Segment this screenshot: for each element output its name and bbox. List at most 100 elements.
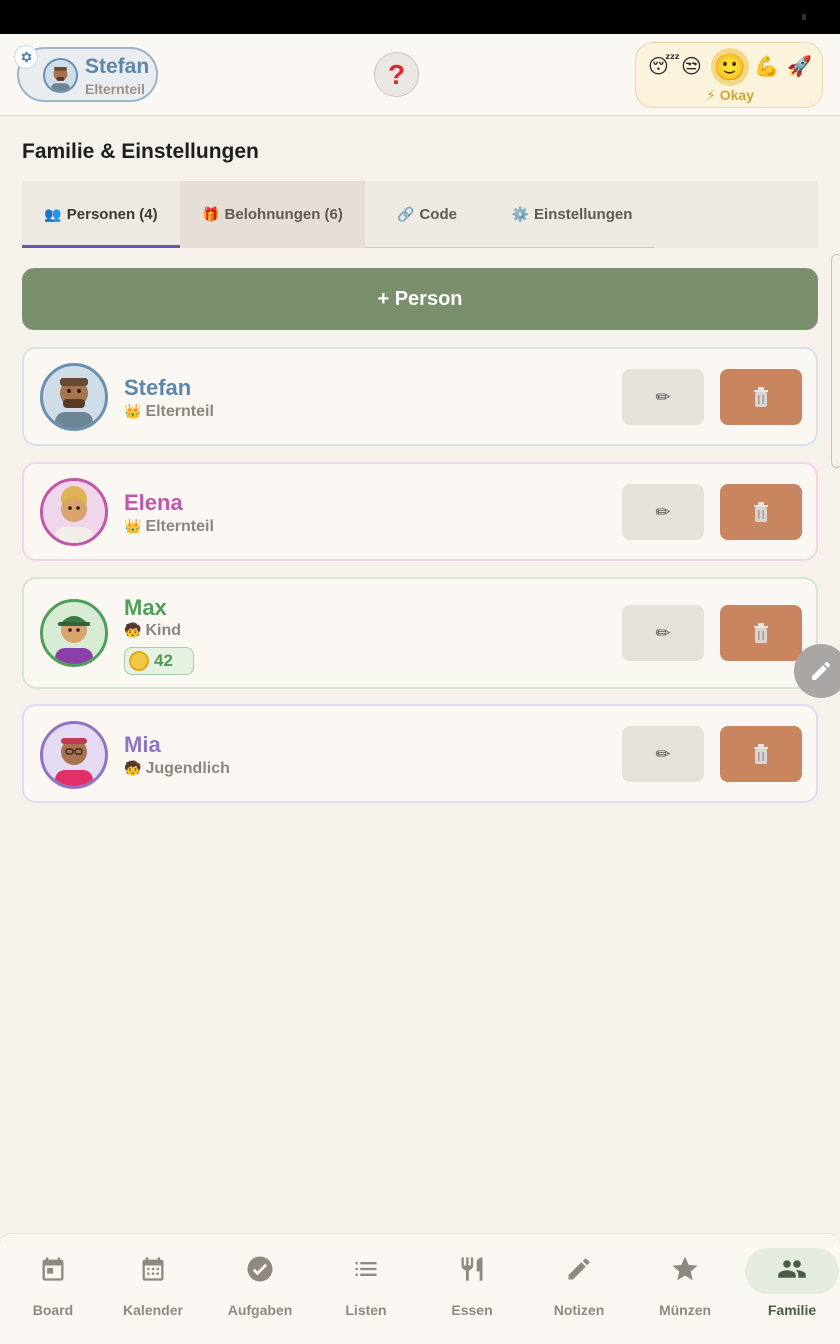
- current-user-name: Stefan: [85, 55, 150, 78]
- edit-button[interactable]: ✏: [622, 369, 704, 425]
- trash-icon: [754, 623, 768, 643]
- fork-knife-icon: [457, 1254, 487, 1284]
- nav-essen[interactable]: Essen: [419, 1234, 525, 1344]
- trash-icon: [754, 744, 768, 764]
- nav-label: Listen: [345, 1302, 387, 1318]
- floating-edit-button[interactable]: [794, 644, 840, 698]
- tab-label: Personen (4): [66, 206, 158, 223]
- avatar: [43, 58, 78, 93]
- avatar: [40, 478, 108, 546]
- avatar: [40, 599, 108, 667]
- star-icon: [670, 1254, 700, 1284]
- delete-button[interactable]: [720, 605, 802, 661]
- role-label: Elternteil: [145, 518, 214, 535]
- check-icon: [245, 1254, 275, 1284]
- edit-button[interactable]: ✏: [622, 726, 704, 782]
- nav-listen[interactable]: Listen: [313, 1234, 419, 1344]
- rocket-emoji-icon[interactable]: 🚀: [787, 53, 812, 81]
- nav-label: Essen: [451, 1302, 493, 1318]
- app-header: Stefan Elternteil ? 😴 😒 🙂 💪 🚀 ⚡ Okay: [0, 34, 840, 116]
- nav-label: Aufgaben: [227, 1302, 293, 1318]
- question-mark-icon: ?: [387, 58, 406, 90]
- gear-icon: ⚙️: [511, 206, 530, 222]
- sleepy-emoji-icon[interactable]: 😴: [648, 53, 680, 81]
- tab-label: Einstellungen: [534, 206, 633, 223]
- person-card-mia: Mia 🧒 Jugendlich ✏: [22, 704, 818, 803]
- person-name: Elena: [124, 490, 183, 515]
- delete-button[interactable]: [720, 369, 802, 425]
- user-switcher[interactable]: Stefan Elternteil: [14, 45, 158, 102]
- pencil-icon: ✏: [655, 622, 671, 643]
- board-icon: [38, 1254, 68, 1284]
- delete-button[interactable]: [720, 726, 802, 782]
- trash-icon: [754, 502, 768, 522]
- person-card-max: Max 🧒 Kind 42 ✏: [22, 577, 818, 689]
- gift-icon: 🎁: [202, 206, 220, 222]
- nav-muenzen[interactable]: Münzen: [632, 1234, 738, 1344]
- role-label: Elternteil: [145, 403, 214, 420]
- person-role: 👑 Elternteil: [124, 403, 214, 421]
- status-bar: [0, 0, 840, 34]
- avatar: [40, 721, 108, 789]
- tab-belohnungen[interactable]: 🎁 Belohnungen (6): [180, 181, 365, 248]
- calendar-icon: [138, 1254, 168, 1284]
- nav-board[interactable]: Board: [0, 1234, 106, 1344]
- nav-notizen[interactable]: Notizen: [526, 1234, 632, 1344]
- list-icon: [351, 1254, 381, 1284]
- pencil-icon: [564, 1254, 594, 1284]
- nav-kalender[interactable]: Kalender: [100, 1234, 206, 1344]
- side-scroll-handle[interactable]: [831, 254, 840, 468]
- person-card-elena: Elena 👑 Elternteil ✏: [22, 462, 818, 561]
- crown-icon: 👑: [124, 518, 142, 534]
- people-icon: 👥: [44, 206, 62, 222]
- edit-button[interactable]: ✏: [622, 484, 704, 540]
- people-icon: [777, 1254, 807, 1284]
- child-icon: 🧒: [124, 760, 142, 776]
- mood-label: ⚡ Okay: [706, 87, 754, 103]
- person-role: 👑 Elternteil: [124, 518, 214, 536]
- crown-icon: 👑: [124, 403, 142, 419]
- tab-label: Code: [419, 206, 457, 223]
- page-title: Familie & Einstellungen: [22, 140, 259, 163]
- unamused-emoji-icon[interactable]: 😒: [681, 53, 702, 81]
- person-role: 🧒 Jugendlich: [124, 760, 230, 778]
- nav-aufgaben[interactable]: Aufgaben: [207, 1234, 313, 1344]
- avatar: [40, 363, 108, 431]
- pencil-icon: ✏: [655, 501, 671, 522]
- edit-button[interactable]: ✏: [622, 605, 704, 661]
- pencil-icon: ✏: [655, 743, 671, 764]
- nav-label: Kalender: [123, 1302, 183, 1318]
- person-role: 🧒 Kind: [124, 622, 181, 640]
- role-label: Kind: [145, 622, 181, 639]
- person-name: Mia: [124, 732, 161, 757]
- person-name: Stefan: [124, 375, 192, 400]
- smile-emoji-icon[interactable]: 🙂: [711, 48, 749, 86]
- child-icon: 🧒: [124, 622, 142, 638]
- tab-einstellungen[interactable]: ⚙️ Einstellungen: [489, 181, 655, 248]
- current-user-role: Elternteil: [85, 81, 145, 97]
- tab-label: Belohnungen (6): [224, 206, 343, 223]
- tab-personen[interactable]: 👥 Personen (4): [22, 181, 180, 248]
- tab-code[interactable]: 🔗 Code: [365, 181, 489, 248]
- gear-icon[interactable]: [14, 45, 38, 69]
- link-icon: 🔗: [397, 206, 415, 222]
- status-indicator: [802, 14, 806, 20]
- person-card-stefan: Stefan 👑 Elternteil ✏: [22, 347, 818, 446]
- pencil-icon: ✏: [655, 386, 671, 407]
- help-button[interactable]: ?: [374, 52, 419, 97]
- pencil-icon: [812, 662, 830, 680]
- role-label: Jugendlich: [145, 760, 230, 777]
- delete-button[interactable]: [720, 484, 802, 540]
- trash-icon: [754, 387, 768, 407]
- nav-label: Board: [32, 1302, 74, 1318]
- add-person-button[interactable]: + Person: [22, 268, 818, 330]
- coin-icon: [129, 651, 149, 671]
- nav-familie[interactable]: Familie: [742, 1234, 840, 1344]
- nav-label: Münzen: [658, 1302, 712, 1318]
- muscle-emoji-icon[interactable]: 💪: [754, 53, 779, 81]
- nav-label: Familie: [767, 1302, 817, 1318]
- person-name: Max: [124, 595, 167, 620]
- nav-label: Notizen: [553, 1302, 605, 1318]
- tab-bar: 👥 Personen (4) 🎁 Belohnungen (6) 🔗 Code …: [22, 181, 818, 248]
- mood-selector: 😴 😒 🙂 💪 🚀 ⚡ Okay: [635, 42, 823, 108]
